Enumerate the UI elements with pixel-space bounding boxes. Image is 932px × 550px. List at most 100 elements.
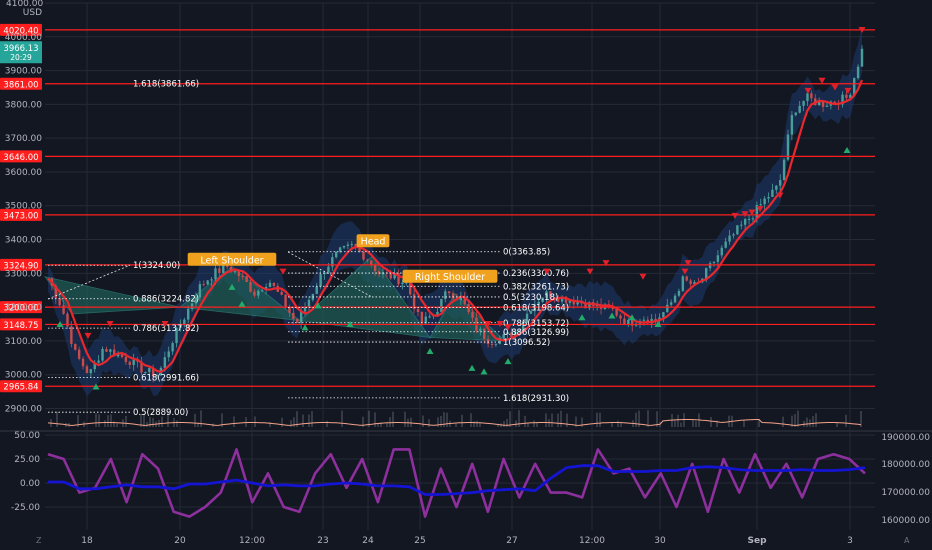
candle-body [708,263,712,269]
candle-body [747,218,751,220]
osc-right-label: 190000.00 [881,433,930,443]
y-tick-label: 4000.00 [5,33,42,43]
candle-body [490,343,494,345]
osc-y-label: 25.00 [14,455,40,465]
price-axis-top: 4100.00 USD [6,0,43,18]
candle-body [763,198,766,205]
candle-body [261,290,264,292]
candle-body [494,343,498,345]
candle-body [806,93,809,102]
fib-right-label: 0(3363.85) [503,248,550,258]
candle-body [705,268,708,279]
candle-body [794,112,797,116]
osc-y-label: 50.00 [14,431,40,441]
candle-body [447,291,451,294]
osc-right-label: 160000.00 [881,516,930,526]
candle-body [669,302,673,305]
fib-left-label: 0.618(2991.66) [133,374,199,384]
candle-body [743,219,747,225]
fib-left-label: 0.5(2889.00) [133,408,188,418]
candle-body [467,304,470,313]
osc-y-label: -25.00 [11,503,40,513]
fib-right-label: 0.618(3198.64) [503,304,569,314]
candle-body [428,316,431,318]
candle-body [292,312,295,319]
candle-body [751,218,755,220]
x-tick-label: Sep [747,536,767,546]
candle-body [782,159,786,181]
candle-body [268,282,272,287]
candle-body [342,245,346,248]
candle-body [81,358,85,367]
candle-body [202,284,205,286]
candle-body [307,299,311,308]
candle-body [299,311,303,323]
candle-body [681,276,685,291]
candle-body [237,271,241,276]
candle-body [662,312,665,318]
y-tick-label: 3600.00 [5,168,42,178]
candle-body [860,48,864,67]
candle-body [89,369,93,374]
y-tick-label: 2900.00 [5,404,42,414]
candle-body [74,343,77,350]
candle-body [740,224,743,226]
candle-body [206,280,209,285]
level-price-label: 3148.75 [3,321,38,331]
candle-body [335,251,338,258]
osc-right-label: 170000.00 [881,488,930,498]
candle-body [373,265,377,272]
candle-body [471,312,474,318]
candle-body [771,189,774,197]
candle-body [280,291,283,295]
current-price-countdown: 20:29 [10,53,32,62]
candle-body [124,356,128,362]
candle-body [218,268,221,273]
candle-body [303,307,307,312]
candle-body [58,298,61,306]
candle-body [416,309,420,312]
candle-body [724,241,727,248]
candle-body [315,286,318,294]
fib-left-label: 1.618(3861.66) [133,80,199,90]
osc-right-label: 180000.00 [881,460,930,470]
candle-body [845,94,848,98]
auto-scale-icon: A [904,536,910,545]
candle-body [856,66,860,79]
candle-body [451,293,455,299]
candle-body [401,282,404,285]
y-tick-label: 3500.00 [5,202,42,212]
fib-left-label: 0.886(3224.82) [133,295,199,305]
fib-left-label: 1(3324.00) [133,261,180,271]
candle-body [233,271,237,273]
candle-body [214,268,217,280]
candle-body [128,361,131,365]
candle-body [483,328,486,339]
candle-body [350,244,353,246]
candle-body [685,276,688,281]
candle-body [77,349,81,359]
level-price-label: 2965.84 [3,383,38,393]
candle-body [62,305,65,314]
candle-body [732,234,735,236]
candle-body [338,247,342,252]
candle-body [257,290,260,296]
chart-root: 4020.40 3861.00 3646.00 3473.00 3324.90 3200.… [0,0,932,550]
candle-body [736,225,739,235]
x-tick-label: 30 [654,536,666,546]
y-tick-label: 3000.00 [5,371,42,381]
candle-body [210,279,213,281]
candle-body [833,101,836,103]
x-tick-label: 27 [506,536,517,546]
candle-body [479,328,482,331]
y-tick-label: 3700.00 [5,134,42,144]
candle-body [642,319,646,321]
candle-body [673,295,677,303]
y-tick-label: 3300.00 [5,269,42,279]
fib-right-label: 0.236(3300.76) [503,269,569,279]
candle-body [420,311,424,324]
candle-body [720,247,723,256]
x-tick-label: 24 [362,536,374,546]
candle-body [798,105,801,113]
currency-label: USD [22,8,42,18]
